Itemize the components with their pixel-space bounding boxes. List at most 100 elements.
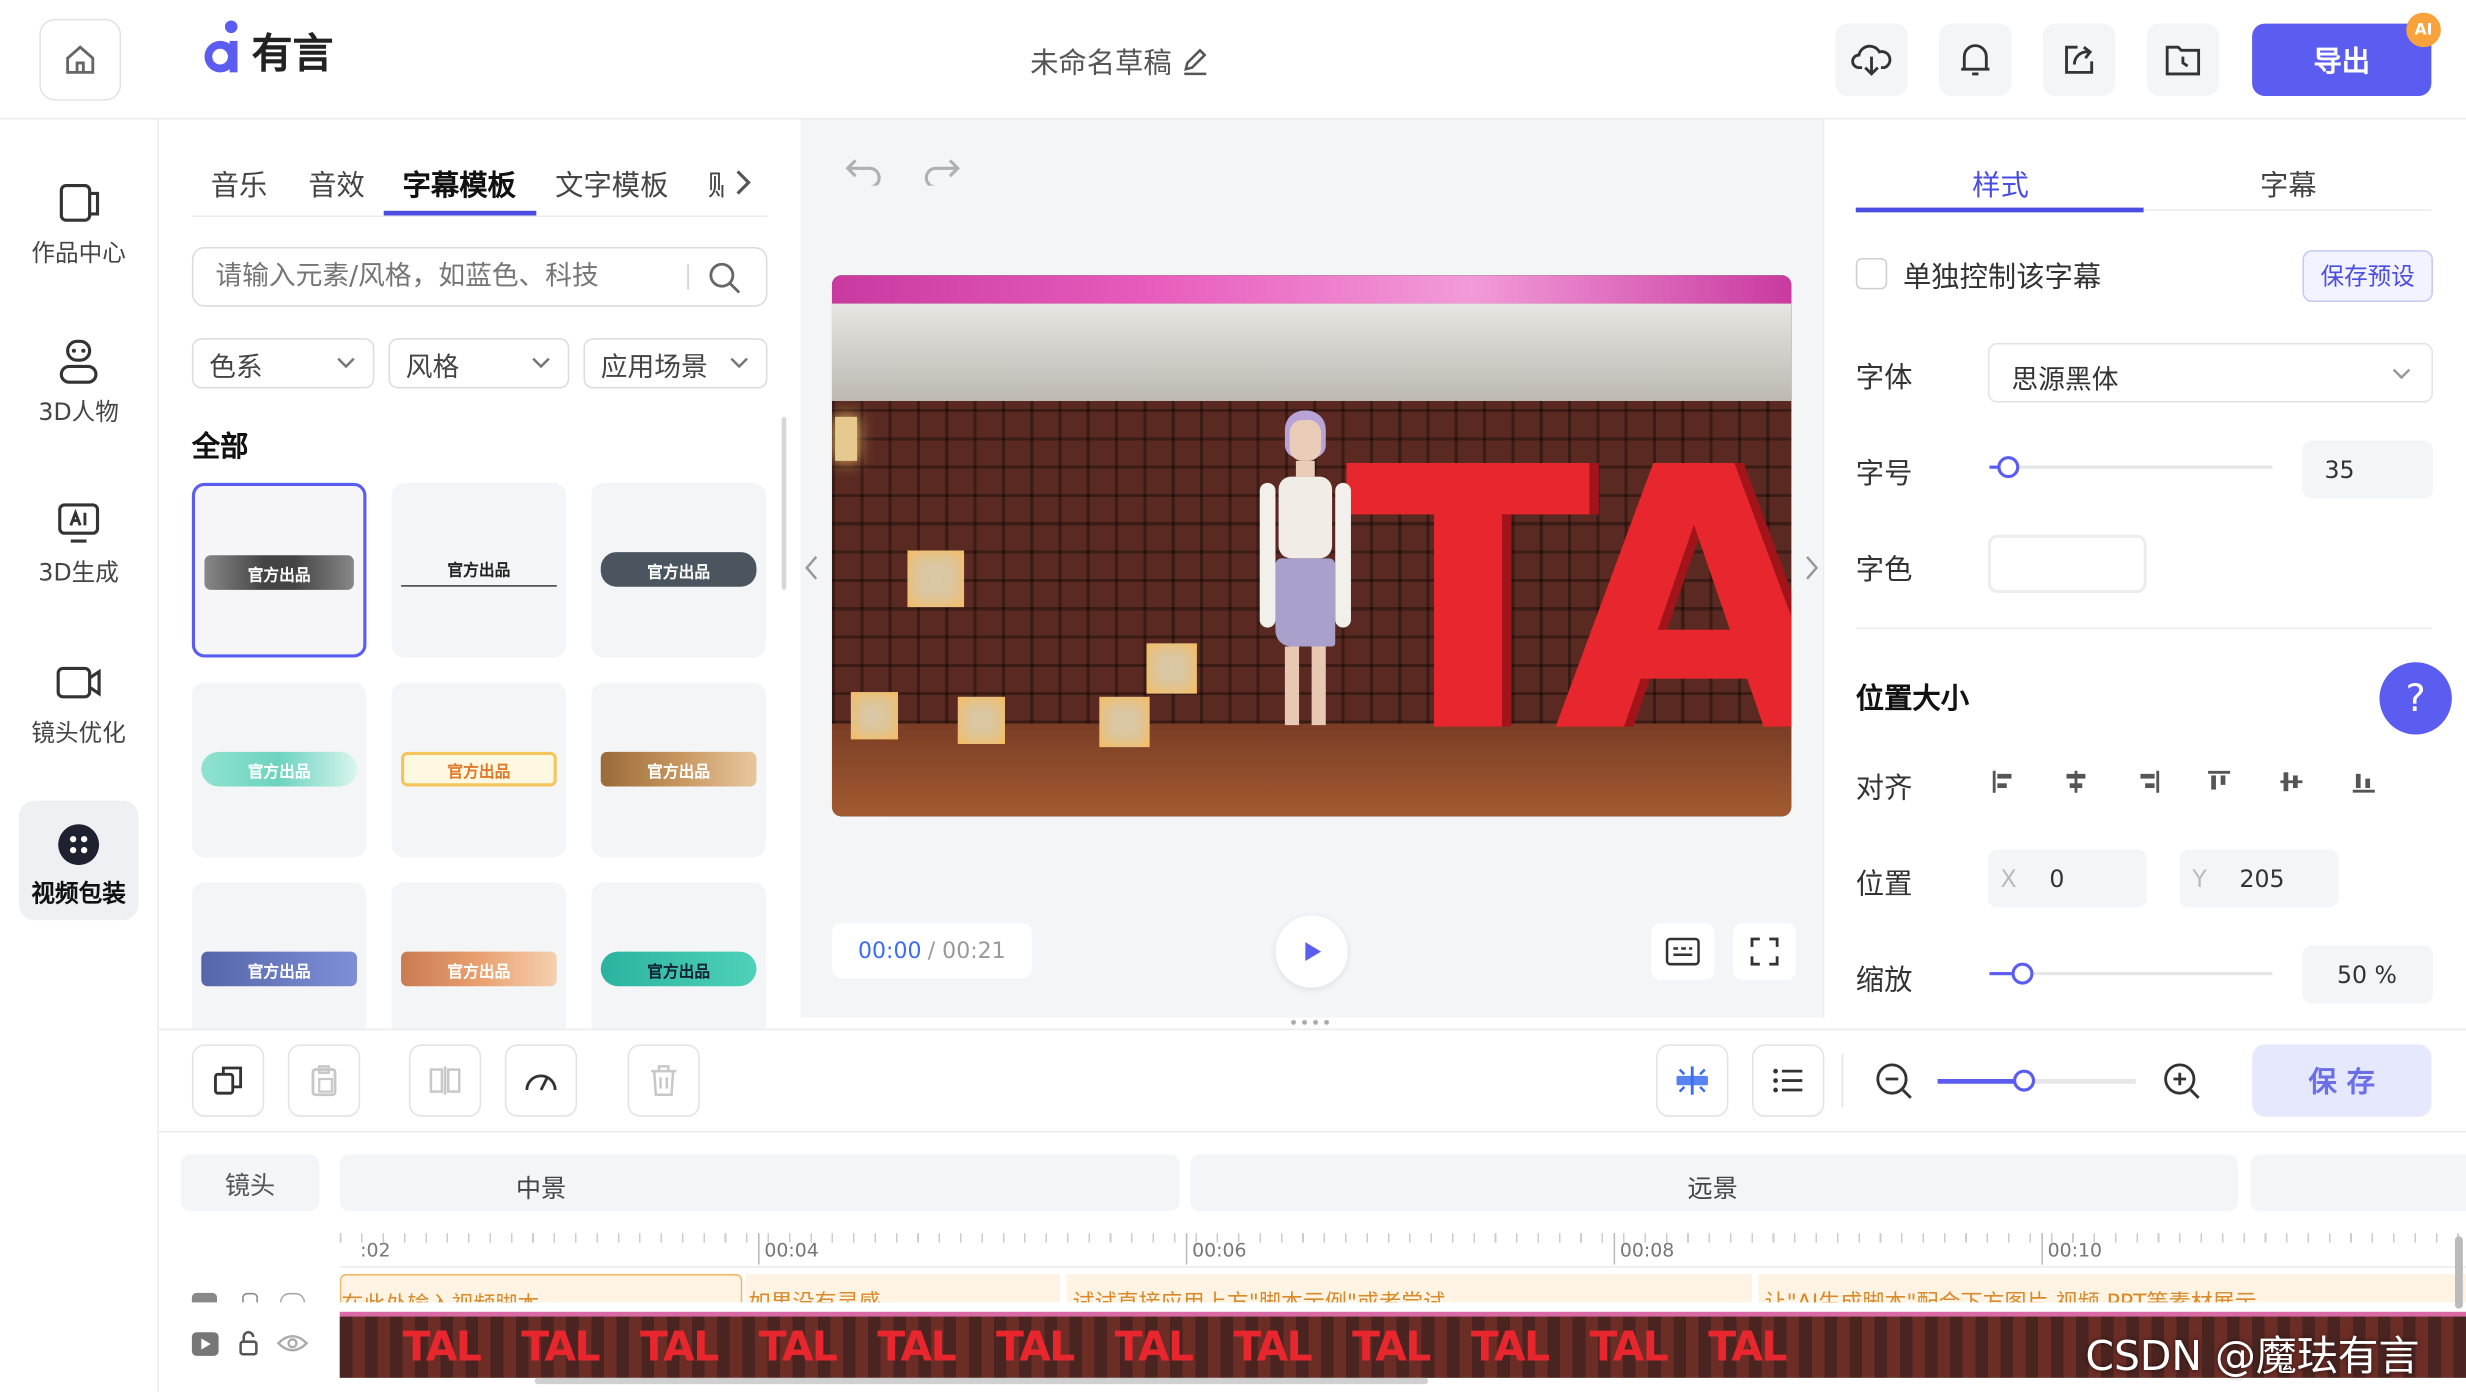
subtitle-clip[interactable]: 在此处输入视频脚本 — [339, 1274, 743, 1303]
shot-track-label-text: 镜头 — [224, 1170, 276, 1201]
tabs-next-icon[interactable] — [733, 168, 752, 196]
shot-label: 中景 — [515, 1173, 567, 1204]
template-card[interactable]: 官方出品 — [591, 482, 766, 658]
asset-search-input[interactable] — [215, 259, 672, 295]
share-button[interactable] — [2042, 23, 2116, 96]
split-button[interactable] — [408, 1044, 482, 1117]
template-preview: 官方出品 — [600, 951, 757, 987]
video-canvas[interactable]: TAL — [831, 275, 1792, 817]
tab-subtitle-templates[interactable]: 字幕模板 — [403, 164, 516, 205]
copy-button[interactable] — [191, 1044, 265, 1117]
nav-item-video-package[interactable]: 视频包装 — [18, 800, 139, 921]
nav-item-works[interactable]: 作品中心 — [0, 179, 157, 269]
video-track-visibility[interactable] — [191, 1332, 219, 1356]
props-tab-subtitle[interactable]: 字幕 — [2260, 164, 2317, 205]
search-icon[interactable] — [708, 261, 743, 296]
scale-slider-thumb[interactable] — [2011, 962, 2034, 985]
single-control-checkbox[interactable] — [1855, 257, 1888, 290]
magnet-snap-button[interactable] — [1656, 1044, 1729, 1117]
scale-input[interactable]: 50 % — [2302, 945, 2433, 1004]
scale-slider[interactable] — [1989, 962, 2273, 985]
template-card[interactable]: 官方出品 — [391, 482, 567, 658]
subtitle-clip[interactable]: 如果没有灵感 — [745, 1274, 1060, 1303]
avatar-character — [1244, 410, 1367, 726]
save-preset-label: 保存预设 — [2320, 262, 2415, 291]
align-top-icon[interactable] — [2205, 768, 2233, 796]
collapse-left-icon[interactable] — [802, 554, 821, 582]
subtitle-clip[interactable]: 让"AI生成脚本"配合下方图片 视频 PPT等素材展示 — [1758, 1274, 2466, 1303]
tab-stickers-clip[interactable]: 贴 — [708, 164, 724, 201]
style-filter-dropdown[interactable]: 风格 — [388, 338, 570, 389]
scene-filter-dropdown[interactable]: 应用场景 — [583, 338, 768, 389]
zoom-out-icon[interactable] — [1873, 1060, 1914, 1101]
snap-icon — [1676, 1066, 1708, 1095]
light-box — [957, 696, 1005, 744]
zoom-in-icon[interactable] — [2161, 1060, 2202, 1101]
paste-button[interactable] — [287, 1044, 361, 1117]
home-button[interactable] — [39, 18, 122, 101]
subtitle-clip[interactable]: 试试直接应用上方"脚本示例"或者尝试 — [1066, 1274, 1752, 1303]
collapse-right-icon[interactable] — [1802, 554, 1821, 582]
speed-button[interactable] — [504, 1044, 578, 1117]
align-right-icon[interactable] — [2134, 768, 2162, 796]
lock-icon[interactable] — [237, 1329, 259, 1357]
tab-sound-effects[interactable]: 音效 — [308, 164, 365, 205]
zoom-slider[interactable] — [1937, 1069, 2136, 1092]
eye-icon[interactable] — [276, 1332, 309, 1354]
align-left-icon[interactable] — [1989, 768, 2017, 796]
shot-block[interactable] — [2250, 1154, 2466, 1212]
template-card[interactable]: 官方出品 — [391, 682, 567, 858]
export-button[interactable]: 导出 — [2252, 23, 2432, 96]
scene-filter-label: 应用场景 — [600, 352, 708, 384]
undo-icon[interactable] — [843, 154, 884, 186]
timeline-v-scrollbar[interactable] — [2454, 1236, 2463, 1309]
light-box — [850, 692, 899, 740]
nav-item-3d-person[interactable]: 3D人物 — [0, 338, 157, 428]
nav-item-camera-optimize[interactable]: 镜头优化 — [0, 659, 157, 749]
fullscreen-button[interactable] — [1733, 923, 1797, 980]
template-card[interactable]: 官方出品 — [191, 482, 367, 658]
timeline-h-scrollbar[interactable] — [534, 1377, 1429, 1385]
shot-block[interactable]: 中景 — [339, 1154, 1180, 1212]
scale-label: 缩放 — [1855, 964, 1913, 998]
tab-text-templates[interactable]: 文字模板 — [555, 164, 668, 205]
notifications-button[interactable] — [1939, 23, 2012, 96]
save-button[interactable]: 保 存 — [2252, 1044, 2432, 1117]
resize-handle[interactable] — [1288, 1019, 1336, 1026]
tab-music[interactable]: 音乐 — [211, 164, 268, 205]
template-card[interactable]: 官方出品 — [191, 682, 367, 858]
size-slider[interactable] — [1989, 456, 2273, 479]
font-select[interactable]: 思源黑体 — [1987, 342, 2433, 403]
help-button[interactable]: ? — [2379, 662, 2452, 735]
help-label: ? — [2405, 676, 2426, 721]
asset-scrollbar[interactable] — [781, 416, 787, 590]
position-y-input[interactable]: Y 205 — [2179, 849, 2339, 908]
props-tab-style[interactable]: 样式 — [1972, 164, 2029, 205]
play-button[interactable] — [1275, 915, 1348, 988]
template-card[interactable]: 官方出品 — [591, 682, 766, 858]
shot-block[interactable]: 远景 — [1190, 1154, 2238, 1212]
history-button[interactable] — [2146, 23, 2220, 96]
draft-title[interactable]: 未命名草稿 — [1030, 41, 1209, 82]
cloud-save-button[interactable] — [1835, 23, 1908, 96]
subtitle-toggle-button[interactable] — [1651, 923, 1715, 980]
align-bottom-icon[interactable] — [2350, 768, 2378, 796]
align-middle-v-icon[interactable] — [2277, 768, 2305, 796]
ai-generate-icon — [58, 503, 100, 543]
position-x-input[interactable]: X 0 — [1987, 849, 2147, 908]
color-filter-dropdown[interactable]: 色系 — [191, 338, 375, 389]
zoom-slider-thumb[interactable] — [2013, 1069, 2036, 1092]
ruler-label: :02 — [360, 1239, 391, 1262]
size-value: 35 — [2324, 456, 2355, 485]
align-center-h-icon[interactable] — [2062, 768, 2090, 796]
redo-icon[interactable] — [922, 154, 963, 186]
save-preset-button[interactable]: 保存预设 — [2302, 250, 2433, 302]
font-color-swatch[interactable] — [1987, 534, 2147, 593]
size-slider-thumb[interactable] — [1997, 456, 2020, 479]
track-list-button[interactable] — [1751, 1044, 1825, 1117]
watermark: CSDN @魔珐有言 — [2085, 1333, 2420, 1382]
delete-button[interactable] — [627, 1044, 700, 1117]
size-input[interactable]: 35 — [2302, 440, 2433, 499]
subtitle-track: 在此处输入视频脚本 如果没有灵感 试试直接应用上方"脚本示例"或者尝试 让"AI… — [339, 1274, 2466, 1303]
nav-item-3d-generate[interactable]: 3D生成 — [0, 499, 157, 589]
